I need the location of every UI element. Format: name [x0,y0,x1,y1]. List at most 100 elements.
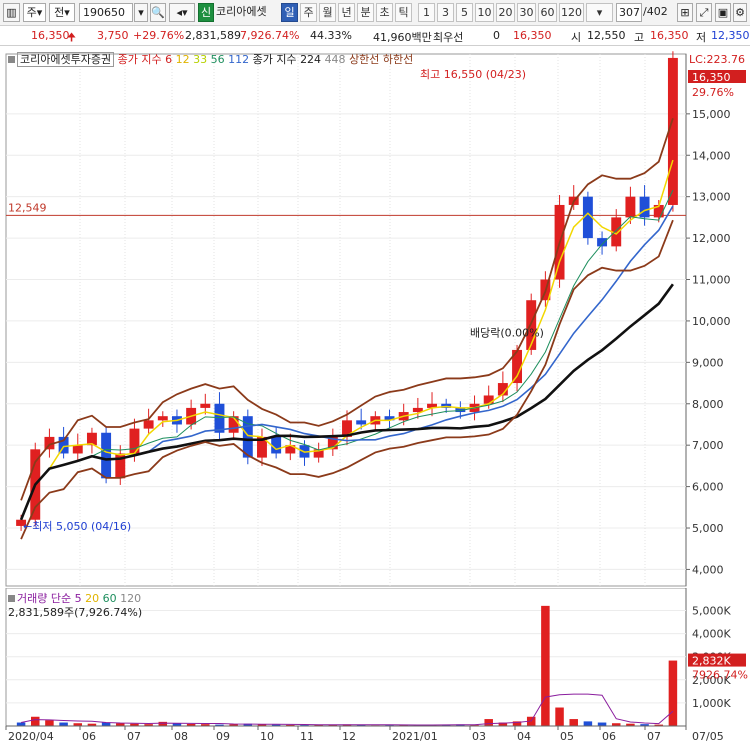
grid-icon[interactable]: ⊞ [677,3,693,22]
ma-label: 종가 지수 [117,53,162,66]
new-badge: 신 [198,3,214,22]
volume-bar [45,720,54,726]
volume-bar [484,719,493,726]
period-month[interactable]: 월 [319,3,336,22]
volume-tick-label: 4,000K [692,628,731,641]
count-total: /402 [643,3,669,22]
volume-tick-label: 1,000K [692,697,731,710]
market-label: 주 [26,6,37,19]
period-day[interactable]: 일 [281,3,298,22]
price-panel-legend: 코리아에셋투자증권 종가 지수 6 12 33 56 112 종가 지수 224… [8,51,413,67]
price-chart[interactable]: 4,000 5,000 6,000 7,000 8,000 9,000 10,000 11,0… [0,46,750,588]
save-icon[interactable]: ▣ [715,3,731,22]
candle-body [483,395,494,404]
candle-body [625,196,636,218]
interval-10[interactable]: 10 [475,3,494,22]
interval-5[interactable]: 5 [456,3,473,22]
price-tick-label: 5,000 [692,522,724,535]
settings-icon[interactable]: ⚙ [733,3,747,22]
ask-price: 16,350 [513,29,552,42]
stock-name: 코리아에셋 [216,3,278,22]
speaker-icon[interactable]: ◂▾ [169,3,195,22]
period-week[interactable]: 주 [300,3,317,22]
chart-menu-icon[interactable]: ▥ [3,3,20,22]
volume-bar [555,707,564,726]
candle-body [271,436,282,454]
high-label: 고 [634,31,645,44]
period-tick[interactable]: 틱 [395,3,412,22]
x-tick-label: 10 [260,730,274,743]
volume-bar [16,722,26,726]
preferred-value: 0 [493,29,500,42]
interval-3[interactable]: 3 [437,3,454,22]
interval-30[interactable]: 30 [517,3,536,22]
candle-body [356,420,367,425]
candle-body [143,420,154,429]
code-input[interactable]: 190650 [79,3,133,22]
x-tick-label: 11 [300,730,314,743]
code-dropdown-icon[interactable]: ▾ [134,3,148,22]
trade-amount: 41,960백만 [373,31,432,44]
x-tick-label: 06 [82,730,96,743]
period-year[interactable]: 년 [338,3,355,22]
candle-body [214,403,225,433]
stock-title: 코리아에셋투자증권 [17,52,115,67]
volume-bar [569,719,578,726]
volume-menu-icon[interactable] [8,595,15,602]
ma-period-12: 12 [175,53,190,66]
market-select[interactable]: 주▾ [23,3,46,22]
candle-body [72,445,83,454]
candle-body [639,196,650,218]
ma-period-6: 6 [165,53,173,66]
ma-period-33: 33 [193,53,208,66]
candle-body [101,432,112,479]
low-annotation: ←최저 5,050 (04/16) [23,520,131,533]
interval-20[interactable]: 20 [496,3,515,22]
count-input[interactable]: 307 [616,3,642,22]
volume-bar [597,722,607,726]
candle-body [157,416,168,421]
price-tick-label: 10,000 [692,315,731,328]
volume-last-pct: 7926.74% [692,669,748,682]
period-second[interactable]: 초 [376,3,393,22]
panel-menu-icon[interactable] [8,56,15,63]
price-change: 3,750 [97,29,129,42]
crosshair-icon[interactable]: ⤢ [696,3,712,22]
price-tick-label: 11,000 [692,274,731,287]
lc-label: LC:223.76 [689,53,745,66]
x-tick-label: 06 [602,730,616,743]
volume-bar [583,721,593,726]
current-price: 16,350 [31,29,70,42]
price-tick-label: 6,000 [692,481,724,494]
ma2-period-224: 224 [300,53,322,66]
price-tick-label: 4,000 [692,563,724,576]
preferred-label: 최우선 [433,31,464,44]
interval-120[interactable]: 120 [559,3,584,22]
x-tick-label: 07 [647,730,661,743]
high-price: 16,350 [650,29,689,42]
volume-bar [59,722,68,726]
price-tick-label: 12,000 [692,232,731,245]
limit-label: 상한선 하한선 [349,53,414,66]
exchange-select[interactable]: 전▾ [49,3,75,22]
high-annotation: 최고 16,550 (04/23) [420,68,526,81]
price-change-pct: +29.76% [133,29,185,42]
volume-tick-label: 5,000K [692,604,731,617]
low-price: 12,350 [711,29,750,42]
last-price-tag: 16,350 [692,71,731,84]
price-tick-label: 8,000 [692,398,724,411]
volume-summary: 2,831,589주(7,926.74%) [8,606,143,619]
x-tick-label: 12 [342,730,356,743]
turnover-pct: 44.33% [310,29,352,42]
x-tick-label: 09 [216,730,230,743]
interval-dropdown-icon[interactable]: ▾ [586,3,613,22]
candle-body [597,238,608,247]
quote-bar: 16,350 🠉 3,750 +29.76% 2,831,589 7,926.7… [0,26,750,46]
volume-bar [158,721,168,726]
interval-60[interactable]: 60 [538,3,557,22]
x-tick-label: 03 [472,730,486,743]
search-icon[interactable]: 🔍 [150,3,166,22]
period-minute[interactable]: 분 [357,3,374,22]
interval-1[interactable]: 1 [418,3,435,22]
ma2-label: 종가 지수 [252,53,297,66]
